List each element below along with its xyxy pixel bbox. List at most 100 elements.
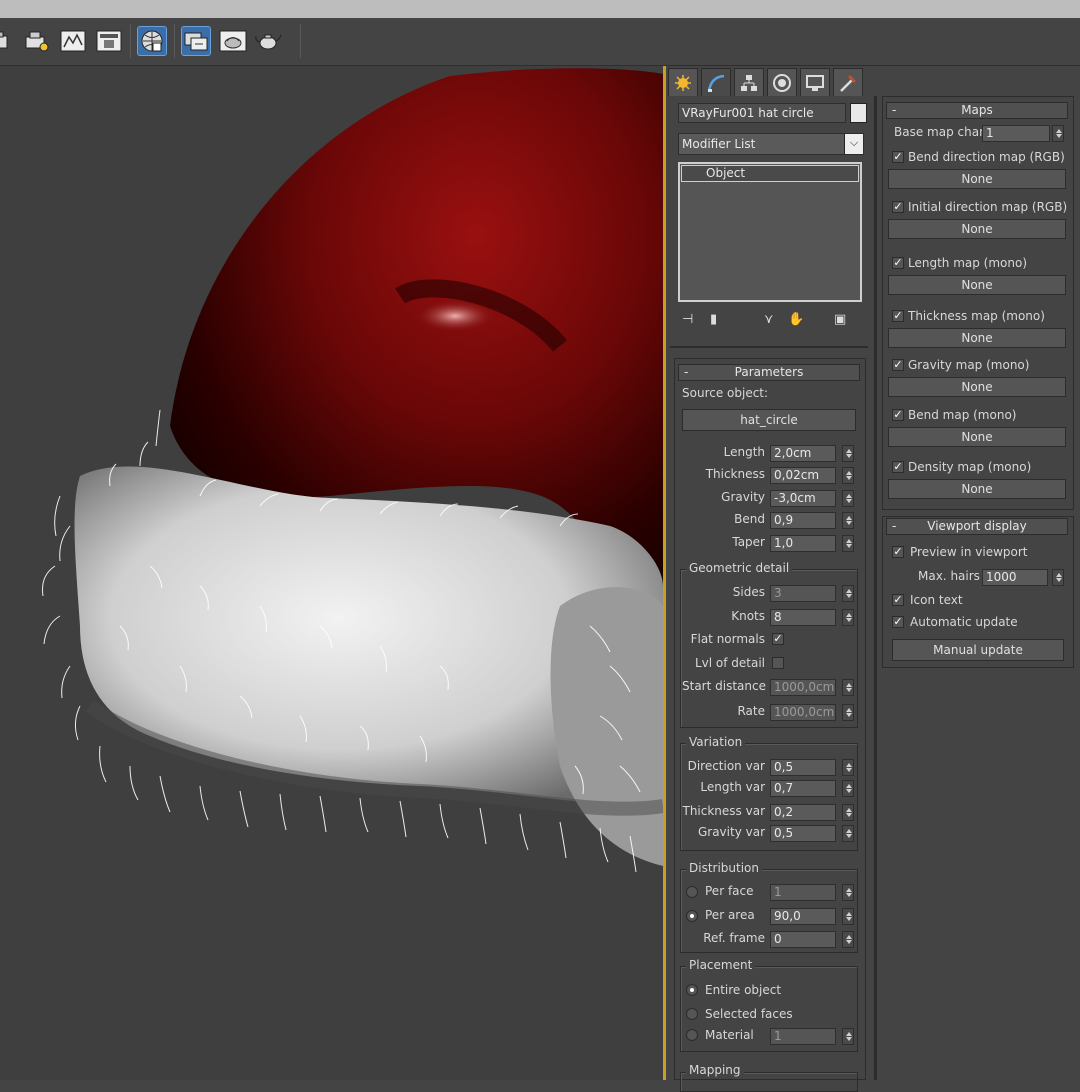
map-enable-checkbox[interactable]: ✓: [892, 201, 904, 213]
taper-spinner[interactable]: [842, 535, 854, 552]
automatic-update-checkbox[interactable]: ✓: [892, 616, 904, 628]
display-tab[interactable]: [800, 68, 830, 96]
viewport-display-header[interactable]: - Viewport display: [886, 518, 1068, 535]
base-map-channel-spinner[interactable]: [1052, 125, 1064, 142]
modifier-stack[interactable]: Object: [678, 162, 862, 302]
length-field[interactable]: 2,0cm: [770, 445, 836, 462]
per-area-spinner[interactable]: [842, 908, 854, 925]
stack-item-object[interactable]: Object: [681, 165, 859, 182]
ref-frame-spinner[interactable]: [842, 931, 854, 948]
render-production-icon[interactable]: [218, 26, 248, 56]
object-color-swatch[interactable]: [850, 103, 867, 123]
base-map-channel-field[interactable]: 1: [982, 125, 1050, 142]
modify-tab[interactable]: [701, 68, 731, 96]
max-hairs-field[interactable]: 1000: [982, 569, 1048, 586]
chevron-down-icon[interactable]: ⌵: [844, 134, 863, 154]
map-enable-checkbox[interactable]: ✓: [892, 409, 904, 421]
map-slot-button[interactable]: None: [888, 479, 1066, 499]
material-field[interactable]: 1: [770, 1028, 836, 1045]
utilities-tab[interactable]: [833, 68, 863, 96]
direction-var-spinner[interactable]: [842, 759, 854, 776]
parameters-rollout-header[interactable]: - Parameters: [678, 364, 860, 381]
start-distance-field[interactable]: 1000,0cm: [770, 679, 836, 696]
command-panel: VRayFur001 hat circle Modifier List ⌵ Ob…: [666, 66, 1080, 1092]
sides-spinner[interactable]: [842, 585, 854, 602]
remove-modifier-icon[interactable]: ✋: [788, 312, 804, 327]
render-to-texture-icon[interactable]: [94, 26, 124, 56]
render-frame-icon[interactable]: [22, 26, 52, 56]
thickness-spinner[interactable]: [842, 467, 854, 484]
entire-object-radio[interactable]: [686, 984, 698, 996]
maps-rollout-header[interactable]: - Maps: [886, 102, 1068, 119]
placement-title: Placement: [686, 958, 756, 972]
manual-update-button[interactable]: Manual update: [892, 639, 1064, 661]
taper-field[interactable]: 1,0: [770, 535, 836, 552]
knots-spinner[interactable]: [842, 609, 854, 626]
gravity-var-label: Gravity var: [697, 825, 765, 839]
map-enable-checkbox[interactable]: ✓: [892, 151, 904, 163]
gravity-field[interactable]: -3,0cm: [770, 490, 836, 507]
configure-modifier-sets-icon[interactable]: ▣: [834, 312, 846, 327]
per-face-spinner[interactable]: [842, 884, 854, 901]
motion-tab[interactable]: [767, 68, 797, 96]
start-distance-spinner[interactable]: [842, 679, 854, 696]
material-editor-icon[interactable]: [181, 26, 211, 56]
icon-text-label: Icon text: [910, 593, 963, 607]
thickness-field[interactable]: 0,02cm: [770, 467, 836, 484]
render-setup-icon[interactable]: [0, 26, 14, 56]
panel-scrollbar[interactable]: [874, 96, 877, 1080]
map-enable-checkbox[interactable]: ✓: [892, 257, 904, 269]
preview-in-viewport-checkbox[interactable]: ✓: [892, 546, 904, 558]
make-unique-icon[interactable]: ⋎: [764, 312, 774, 327]
map-slot-button[interactable]: None: [888, 377, 1066, 397]
selected-faces-radio[interactable]: [686, 1008, 698, 1020]
max-hairs-spinner[interactable]: [1052, 569, 1064, 586]
per-face-field[interactable]: 1: [770, 884, 836, 901]
icon-text-checkbox[interactable]: ✓: [892, 594, 904, 606]
length-spinner[interactable]: [842, 445, 854, 462]
bend-field[interactable]: 0,9: [770, 512, 836, 529]
per-face-radio[interactable]: [686, 886, 698, 898]
per-area-field[interactable]: 90,0: [770, 908, 836, 925]
length-var-spinner[interactable]: [842, 780, 854, 797]
create-tab[interactable]: [668, 68, 698, 96]
thickness-var-spinner[interactable]: [842, 804, 854, 821]
map-enable-checkbox[interactable]: ✓: [892, 461, 904, 473]
map-slot-button[interactable]: None: [888, 328, 1066, 348]
map-slot-button[interactable]: None: [888, 275, 1066, 295]
start-distance-label: Start distance: [682, 679, 766, 693]
source-object-button[interactable]: hat_circle: [682, 409, 856, 431]
map-enable-checkbox[interactable]: ✓: [892, 310, 904, 322]
modifier-list-dropdown[interactable]: Modifier List: [678, 133, 864, 155]
bend-spinner[interactable]: [842, 512, 854, 529]
map-slot-button[interactable]: None: [888, 169, 1066, 189]
material-radio[interactable]: [686, 1029, 698, 1041]
gravity-var-field[interactable]: 0,5: [770, 825, 836, 842]
hierarchy-tab[interactable]: [734, 68, 764, 96]
thickness-var-field[interactable]: 0,2: [770, 804, 836, 821]
perspective-viewport[interactable]: [0, 66, 663, 1080]
ref-frame-field[interactable]: 0: [770, 931, 836, 948]
map-slot-button[interactable]: None: [888, 219, 1066, 239]
lvl-of-detail-checkbox[interactable]: [772, 657, 784, 669]
rate-field[interactable]: 1000,0cm: [770, 704, 836, 721]
rate-spinner[interactable]: [842, 704, 854, 721]
gravity-spinner[interactable]: [842, 490, 854, 507]
teapot-render-icon[interactable]: [254, 26, 284, 56]
per-area-radio[interactable]: [686, 910, 698, 922]
show-end-result-icon[interactable]: ▮: [710, 312, 717, 327]
object-name-field[interactable]: VRayFur001 hat circle: [678, 103, 846, 123]
map-enable-checkbox[interactable]: ✓: [892, 359, 904, 371]
knots-field[interactable]: 8: [770, 609, 836, 626]
direction-var-field[interactable]: 0,5: [770, 759, 836, 776]
flat-normals-label: Flat normals: [690, 632, 765, 646]
sides-field[interactable]: 3: [770, 585, 836, 602]
length-var-field[interactable]: 0,7: [770, 780, 836, 797]
gravity-var-spinner[interactable]: [842, 825, 854, 842]
material-spinner[interactable]: [842, 1028, 854, 1045]
flat-normals-checkbox[interactable]: ✓: [772, 633, 784, 645]
environment-icon[interactable]: [137, 26, 167, 56]
map-slot-button[interactable]: None: [888, 427, 1066, 447]
pin-stack-icon[interactable]: ⊣: [682, 312, 693, 327]
rendered-frame-window-icon[interactable]: [58, 26, 88, 56]
